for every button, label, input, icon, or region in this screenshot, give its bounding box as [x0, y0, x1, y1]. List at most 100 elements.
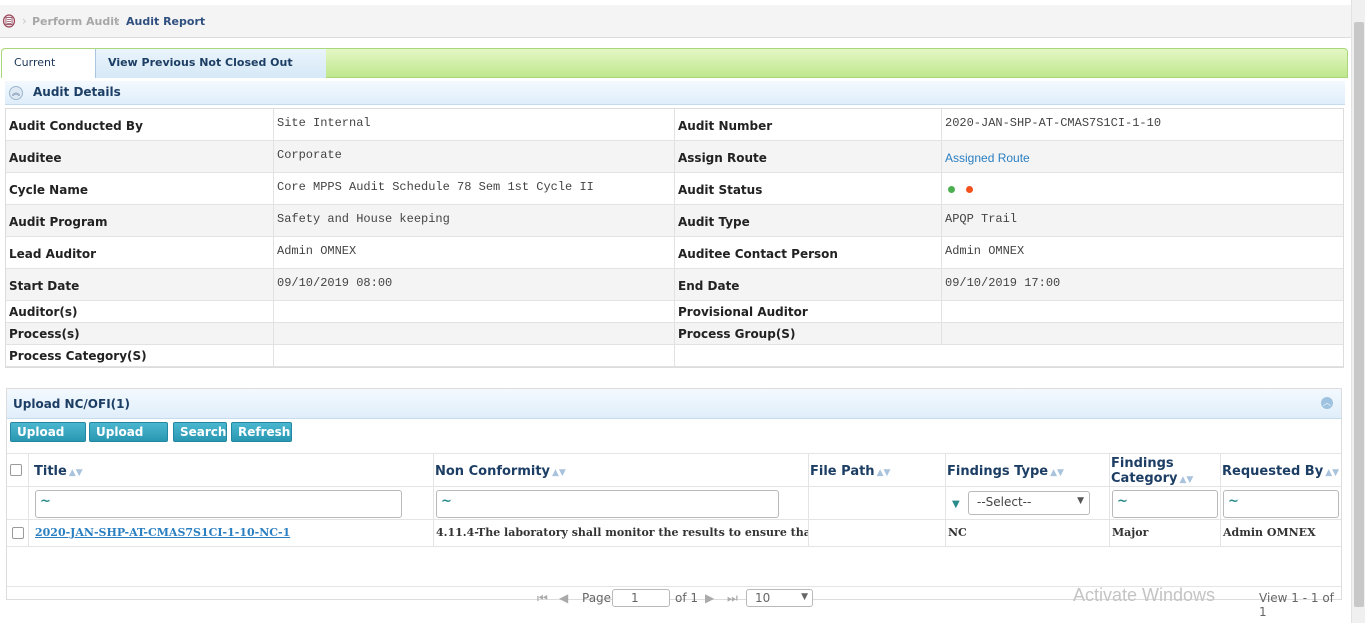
details-row: Process(s) Process Group(S): [6, 323, 1343, 345]
tab-previous-findings[interactable]: View Previous Not Closed Out Findings: [96, 49, 326, 97]
col-non-conformity-label: Non Conformity: [435, 464, 551, 479]
home-icon[interactable]: [2, 13, 16, 28]
detail-label: Auditor(s): [9, 305, 78, 319]
col-findings-type-label: Findings Type: [947, 464, 1049, 479]
detail-value: 2020-JAN-SHP-AT-CMAS7S1CI-1-10: [945, 116, 1162, 130]
detail-label: Provisional Auditor: [678, 305, 808, 319]
details-row: Start Date 09/10/2019 08:00 End Date 09/10/…: [6, 269, 1343, 301]
page-scrollbar[interactable]: [1351, 0, 1365, 623]
collapse-up-icon[interactable]: ︽: [9, 86, 23, 100]
grid-header: Title ▲▼ Non Conformity ▲▼ File Path ▲▼ Fin…: [7, 453, 1343, 488]
detail-value: APQP Trail: [945, 212, 1018, 226]
detail-value-cell: 09/10/2019 17:00: [942, 269, 1345, 300]
refresh-button[interactable]: Refresh: [231, 422, 292, 442]
filter-spacer: [7, 487, 29, 520]
sort-icon[interactable]: ▲▼: [1179, 475, 1193, 485]
detail-label-cell: Audit Conducted By: [6, 109, 274, 140]
upload-panel: Upload NC/OFI(1) ︿ Upload NC Upload OFI …: [6, 388, 1343, 619]
detail-label: Lead Auditor: [9, 247, 97, 261]
chevron-down-icon: ▼: [1077, 496, 1084, 506]
filter-title-input[interactable]: ~: [35, 490, 402, 518]
next-page-icon[interactable]: ▶: [705, 591, 714, 605]
detail-value: Safety and House keeping: [277, 212, 450, 226]
sort-icon[interactable]: ▲▼: [552, 468, 566, 478]
breadcrumb-audit-report: Audit Report: [126, 15, 206, 28]
breadcrumb-separator-icon: ›: [115, 14, 120, 28]
search-button[interactable]: Search: [173, 422, 227, 442]
page-number-value: 1: [631, 591, 639, 605]
detail-label-cell: Process Group(S): [675, 323, 942, 344]
col-file-path[interactable]: File Path ▲▼: [809, 454, 946, 488]
col-requested-by[interactable]: Requested By ▲▼: [1221, 454, 1343, 488]
detail-label: Auditee Contact Person: [678, 247, 838, 261]
detail-label: Cycle Name: [9, 183, 88, 197]
filter-requested-by-cell: ~: [1221, 487, 1343, 520]
detail-value-cell: [942, 323, 1345, 344]
detail-value: Corporate: [277, 148, 342, 162]
sort-icon[interactable]: ▲▼: [1050, 468, 1064, 478]
col-findings-category[interactable]: Findings Category ▲▼: [1110, 454, 1221, 488]
col-findings-type[interactable]: Findings Type ▲▼: [946, 454, 1110, 488]
detail-value-cell: [274, 301, 675, 322]
detail-label-cell: Provisional Auditor: [675, 301, 942, 322]
filter-non-conformity-input[interactable]: ~: [436, 490, 779, 518]
details-row: Audit Conducted By Site Internal Audit Num…: [6, 109, 1343, 141]
first-page-icon[interactable]: ⏮: [537, 591, 548, 606]
activate-windows-watermark: Activate Windows: [1073, 585, 1216, 605]
col-title-label: Title: [34, 464, 67, 479]
detail-label: Audit Status: [678, 183, 763, 197]
table-row[interactable]: 2020-JAN-SHP-AT-CMAS7S1CI-1-10-NC-1 4.11…: [7, 520, 1341, 547]
row-file-path: [809, 520, 946, 547]
tab-current-audit[interactable]: Current Audit: [2, 49, 96, 97]
row-title-link[interactable]: 2020-JAN-SHP-AT-CMAS7S1CI-1-10-NC-1: [29, 520, 434, 547]
detail-label-cell: Cycle Name: [6, 173, 274, 204]
filter-nc-cell: ~: [434, 487, 809, 520]
select-all-checkbox[interactable]: [10, 464, 22, 476]
detail-label: Process Category(S): [9, 349, 147, 363]
details-row: Lead Auditor Admin OMNEX Auditee Contact P…: [6, 237, 1343, 269]
detail-value-cell: Safety and House keeping: [274, 205, 675, 236]
detail-value-cell: Site Internal: [274, 109, 675, 140]
rows-per-page-select[interactable]: 10 ▼: [746, 589, 813, 607]
sort-icon[interactable]: ▲▼: [1325, 468, 1339, 478]
scrollbar-thumb[interactable]: [1354, 22, 1364, 607]
upload-nc-button[interactable]: Upload NC: [10, 422, 86, 457]
detail-label: Assign Route: [678, 151, 767, 165]
detail-value: 09/10/2019 08:00: [277, 276, 393, 290]
filter-requested-by-input[interactable]: ~: [1223, 490, 1339, 518]
details-row: Cycle Name Core MPPS Audit Schedule 78 Se…: [6, 173, 1343, 205]
row-checkbox[interactable]: [12, 527, 24, 539]
filter-row: ~ ~ ▼ --Select-- ▼ ~ ~: [7, 487, 1341, 520]
assigned-route-link[interactable]: Assigned Route: [945, 151, 1030, 165]
findings-type-select[interactable]: --Select-- ▼: [968, 491, 1090, 515]
prev-page-icon[interactable]: ◀: [559, 591, 568, 605]
detail-label-cell: Process Category(S): [6, 345, 274, 366]
row-requested-by: Admin OMNEX: [1223, 526, 1316, 539]
detail-value-cell: [942, 301, 1345, 322]
view-records-label: View 1 - 1 of 1: [1259, 591, 1334, 619]
row-findings-type: NC: [946, 520, 1110, 547]
page-number-input[interactable]: 1: [612, 589, 670, 607]
sort-icon[interactable]: ▲▼: [69, 468, 83, 478]
detail-value-cell: Corporate: [274, 141, 675, 172]
breadcrumb-separator-icon: ›: [22, 14, 27, 28]
detail-value-cell: Admin OMNEX: [274, 237, 675, 268]
detail-label: Auditee: [9, 151, 62, 165]
detail-label-cell: Auditee: [6, 141, 274, 172]
row-select-cell: [7, 520, 29, 547]
filter-funnel-icon[interactable]: ▼: [952, 499, 960, 510]
detail-label-cell: Audit Number: [675, 109, 942, 140]
sort-icon[interactable]: ▲▼: [877, 468, 891, 478]
last-page-icon[interactable]: ⏭: [727, 591, 738, 606]
audit-details-grid: Audit Conducted By Site Internal Audit Num…: [5, 108, 1344, 368]
col-non-conformity[interactable]: Non Conformity ▲▼: [434, 454, 809, 488]
filter-title-cell: ~: [29, 487, 434, 520]
upload-ofi-button[interactable]: Upload OFI: [89, 422, 168, 457]
breadcrumb-perform-audit[interactable]: Perform Audit: [32, 15, 119, 28]
detail-label: Audit Type: [678, 215, 750, 229]
detail-label-cell: Audit Status: [675, 173, 942, 204]
col-title[interactable]: Title ▲▼: [29, 454, 434, 488]
detail-label-cell: Process(s): [6, 323, 274, 344]
collapse-up-icon[interactable]: ︿: [1321, 397, 1333, 409]
filter-findings-category-input[interactable]: ~: [1112, 490, 1218, 518]
